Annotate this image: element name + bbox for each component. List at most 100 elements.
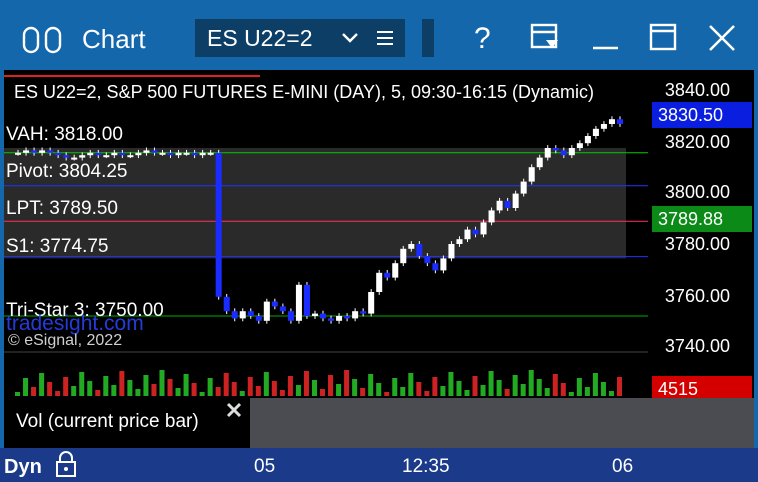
volume-bar [159,370,165,396]
candle-body [384,272,391,278]
volume-bar [31,387,37,396]
volume-bar [464,390,470,396]
candle-body [592,128,599,136]
candle-body [47,150,54,153]
candle-body [247,311,254,316]
volume-bar [191,383,197,396]
volume-bar [424,391,430,396]
volume-bar [175,388,181,396]
last-price-tag: 3830.50 [652,102,752,128]
candle-body [175,152,182,156]
volume-bar [400,387,406,396]
symbol-selector[interactable]: ES U22=2 [195,19,405,57]
volume-bar [119,371,125,396]
volume-tooltip-text: Vol (current price bar) [16,411,199,432]
svg-text:?: ? [474,22,491,52]
candle-body [376,272,383,292]
candle-body [255,316,262,321]
help-icon[interactable]: ? [472,22,496,52]
time-label: 12:35 [402,456,450,477]
close-icon[interactable] [706,22,738,54]
volume-bar [95,390,101,396]
volume-bar [536,379,542,396]
volume-bar [544,388,550,396]
axis-label: 3740.00 [664,336,730,356]
candle-body [472,229,479,235]
volume-bar [384,392,390,396]
minimize-icon[interactable] [590,22,622,54]
volume-bar [488,371,494,396]
volume-bar [496,380,502,396]
volume-bar [392,378,398,396]
volume-bar [472,376,478,396]
chevron-down-icon[interactable] [341,31,359,45]
volume-bar [600,382,606,396]
copyright: © eSignal, 2022 [8,332,123,349]
price-chart[interactable]: 3840.00 3820.00 3800.00 3780.00 3760.00 … [4,70,754,448]
volume-bar [416,382,422,396]
toolbar-separator [422,19,434,57]
window-title: Chart [82,24,146,54]
volume-bar [584,387,590,396]
volume-bar [215,387,221,396]
volume-bar [456,381,462,396]
menu-icon[interactable] [375,29,395,47]
candle-body [303,284,310,316]
candle-body [520,181,527,194]
volume-bar [279,390,285,396]
axis-label: 3800.00 [664,182,730,202]
volume-bar [239,391,245,396]
volume-bar [111,385,117,396]
candle-body [31,150,38,153]
time-label: 05 [254,456,276,477]
symbol-text: ES U22=2 [207,25,313,51]
candle-body [480,222,487,235]
level-label-s1: S1: 3774.75 [6,236,109,257]
close-icon[interactable] [226,402,242,418]
volume-bar [440,386,446,396]
volume-pane-footer [250,398,754,448]
volume-bar [568,392,574,396]
level-label-vah: VAH: 3818.00 [6,124,123,145]
candle-body [488,210,495,223]
candle-body [119,152,126,156]
candle-body [400,248,407,264]
volume-bar [47,382,53,396]
candle-body [416,244,423,256]
maximize-icon[interactable] [648,22,680,54]
candle-body [79,155,86,158]
level-label-lpt: LPT: 3789.50 [6,198,118,219]
volume-bar [432,377,438,396]
volume-bar [360,388,366,396]
volume-bar [328,375,334,396]
volume-bar [336,384,342,396]
lock-icon[interactable] [54,450,78,478]
time-axis[interactable] [0,448,758,482]
volume-bar [183,374,189,396]
candle-body [432,263,439,271]
candle-body [616,119,623,124]
chart-header: ES U22=2, S&P 500 FUTURES E-MINI (DAY), … [14,82,595,102]
candle-body [279,306,286,312]
candle-body [215,152,222,297]
axis-label: 3760.00 [664,286,730,306]
candle-body [39,150,46,153]
dynamic-mode-label[interactable]: Dyn [4,456,42,479]
candle-body [368,292,375,314]
candle-body [207,152,214,155]
candle-body [231,311,238,319]
candle-body [63,155,70,158]
volume-bar [23,378,29,396]
link-icon[interactable] [22,26,66,54]
volume-bar [39,373,45,396]
volume-bar [295,385,301,396]
volume-bar [528,370,534,396]
candle-body [55,152,62,156]
candle-body [271,301,278,307]
axis-label: 3840.00 [664,80,730,100]
volume-bar [616,377,622,396]
candle-body [127,155,134,158]
candle-body [223,296,230,312]
candle-body [424,256,431,264]
layout-icon[interactable] [530,22,562,54]
